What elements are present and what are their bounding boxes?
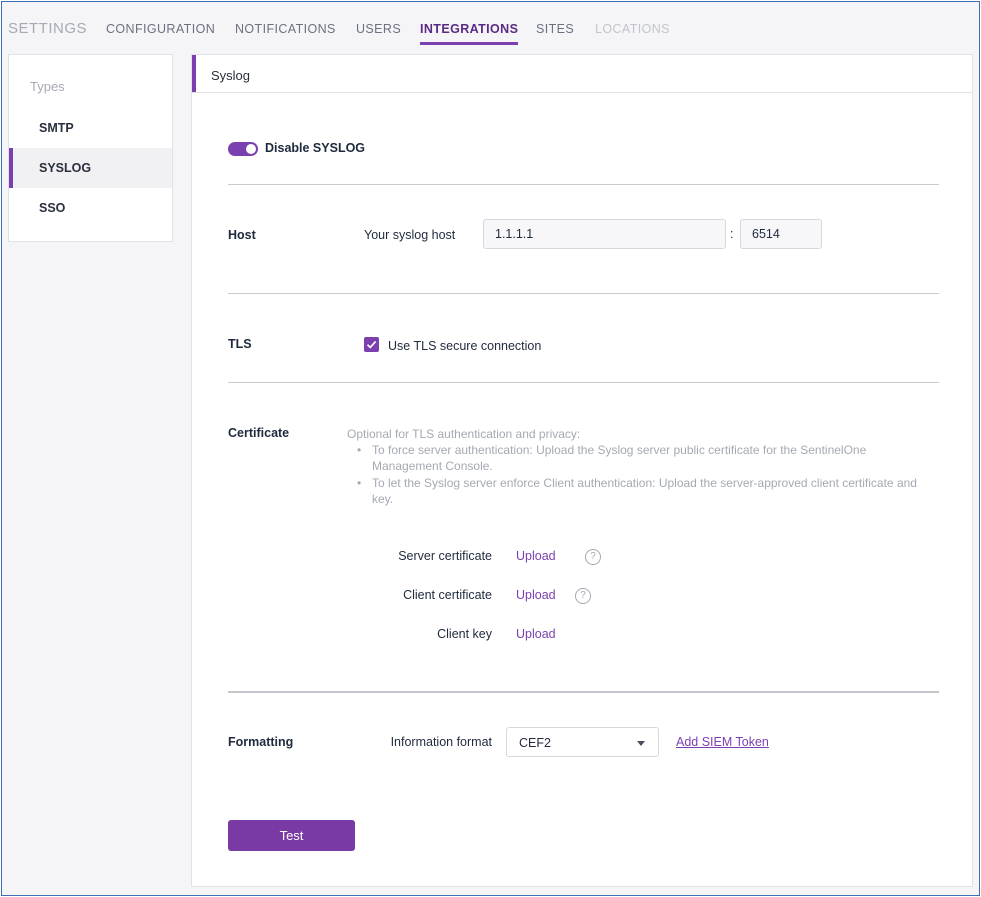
client-key-upload-link[interactable]: Upload [516,627,556,641]
check-icon [366,340,377,349]
tab-users[interactable]: USERS [356,22,401,36]
toggle-knob [246,144,256,154]
list-item: To force server authentication: Upload t… [347,442,927,474]
chevron-down-icon [637,741,645,746]
sidebar-item-smtp[interactable]: SMTP [9,108,172,148]
server-certificate-label: Server certificate [398,549,492,563]
certificate-help: Optional for TLS authentication and priv… [347,426,927,508]
sidebar-item-label: SMTP [39,121,74,135]
sidebar-item-syslog[interactable]: SYSLOG [9,148,172,188]
syslog-panel: Syslog Disable SYSLOG Host Your syslog h… [191,54,973,887]
panel-header: Syslog [192,55,972,93]
help-icon[interactable]: ? [575,588,591,604]
divider [228,293,939,294]
disable-syslog-toggle[interactable] [228,142,258,156]
panel-title: Syslog [211,68,251,83]
add-siem-token-link[interactable]: Add SIEM Token [676,735,769,749]
tab-locations: LOCATIONS [595,22,670,36]
certificate-intro: Optional for TLS authentication and priv… [347,427,581,441]
tab-integrations[interactable]: INTEGRATIONS [420,22,519,45]
tls-checkbox-label: Use TLS secure connection [388,339,542,353]
tls-checkbox[interactable] [364,337,379,352]
types-sidebar: Types SMTP SYSLOG SSO [8,54,173,242]
divider [228,691,939,693]
tab-notifications[interactable]: NOTIFICATIONS [235,22,336,36]
syslog-host-label: Your syslog host [364,228,456,242]
settings-title: SETTINGS [8,20,88,37]
tls-section-label: TLS [228,337,252,351]
selected-value: CEF2 [519,736,551,750]
information-format-select[interactable]: CEF2 [506,727,659,757]
test-button[interactable]: Test [228,820,355,851]
certificate-section-label: Certificate [228,426,290,440]
tab-sites[interactable]: SITES [536,22,574,36]
help-icon[interactable]: ? [585,549,601,565]
host-section-label: Host [228,228,256,242]
client-certificate-upload-link[interactable]: Upload [516,588,556,602]
app-frame: SETTINGS CONFIGURATION NOTIFICATIONS USE… [1,1,980,896]
certificate-bullets: To force server authentication: Upload t… [347,442,927,507]
list-item: To let the Syslog server enforce Client … [347,475,927,507]
sidebar-item-sso[interactable]: SSO [9,188,172,228]
host-port-separator: : [730,227,734,241]
tab-configuration[interactable]: CONFIGURATION [106,22,215,36]
divider [228,382,939,383]
syslog-host-input[interactable]: 1.1.1.1 [483,219,726,249]
types-header: Types [30,79,65,94]
formatting-section-label: Formatting [228,735,294,749]
divider [228,184,939,185]
information-format-label: Information format [390,735,492,749]
top-nav: SETTINGS CONFIGURATION NOTIFICATIONS USE… [2,2,979,54]
client-certificate-label: Client certificate [403,588,492,602]
client-key-label: Client key [437,627,492,641]
syslog-port-input[interactable]: 6514 [740,219,822,249]
sidebar-item-label: SYSLOG [39,161,92,175]
toggle-label: Disable SYSLOG [265,141,366,155]
server-certificate-upload-link[interactable]: Upload [516,549,556,563]
sidebar-item-label: SSO [39,201,66,215]
